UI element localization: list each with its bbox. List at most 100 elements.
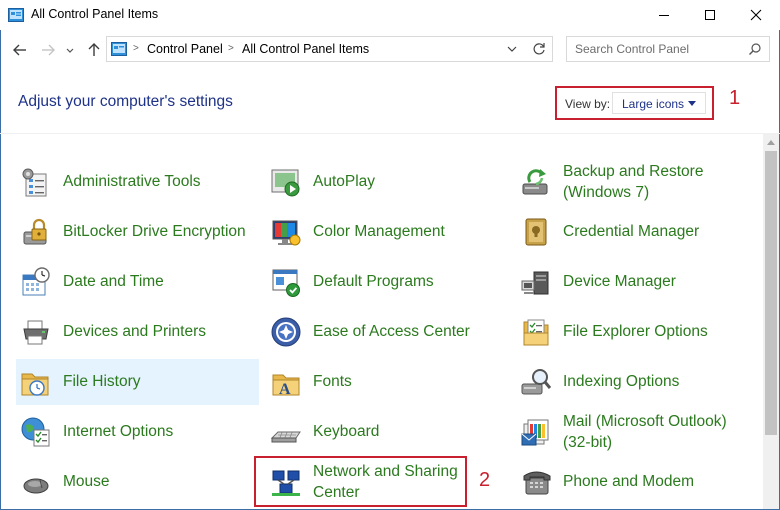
annotation-box-network xyxy=(254,456,467,507)
item-keyboard[interactable]: Keyboard xyxy=(266,409,506,455)
chevron-down-icon xyxy=(66,48,74,53)
printer-icon xyxy=(23,320,49,345)
mouse-icon xyxy=(23,478,49,494)
minimize-button[interactable] xyxy=(641,0,687,30)
bitlocker-icon xyxy=(23,218,47,245)
folder-options-icon xyxy=(523,319,549,346)
forward-arrow-icon xyxy=(42,44,55,56)
item-default-programs[interactable]: Default Programs xyxy=(266,259,506,305)
vertical-scrollbar[interactable] xyxy=(763,134,779,509)
refresh-button[interactable] xyxy=(525,36,553,62)
item-label: Fonts xyxy=(313,373,352,390)
breadcrumb-separator-icon: > xyxy=(133,43,139,54)
item-administrative-tools[interactable]: Administrative Tools xyxy=(16,159,259,205)
close-button[interactable] xyxy=(733,0,779,30)
keyboard-icon xyxy=(270,431,301,443)
item-internet-options[interactable]: Internet Options xyxy=(16,409,259,455)
back-button[interactable] xyxy=(10,40,30,60)
autoplay-icon xyxy=(271,169,300,197)
item-label: File Explorer Options xyxy=(563,323,708,340)
header-divider xyxy=(0,133,780,134)
item-label: Keyboard xyxy=(313,423,380,440)
annotation-number-1: 1 xyxy=(729,87,741,109)
item-label-line-1: Mail (Microsoft Outlook) xyxy=(563,413,727,430)
chevron-down-icon xyxy=(507,46,517,52)
administrative-tools-icon xyxy=(22,168,47,197)
item-fonts[interactable]: A Fonts xyxy=(266,359,506,405)
item-mouse[interactable]: Mouse xyxy=(16,459,259,505)
control-panel-icon xyxy=(111,42,127,56)
view-by-value: Large icons xyxy=(622,97,685,111)
view-by-dropdown[interactable]: Large icons xyxy=(612,92,706,114)
maximize-button[interactable] xyxy=(687,0,733,30)
item-label: Default Programs xyxy=(313,273,434,290)
item-file-history[interactable]: File History xyxy=(16,359,259,405)
up-button[interactable] xyxy=(84,40,104,60)
item-label-line-1: Backup and Restore xyxy=(563,163,704,180)
search-box[interactable] xyxy=(566,36,770,62)
item-label: Credential Manager xyxy=(563,223,700,240)
item-label: Device Manager xyxy=(563,273,676,290)
item-label: Administrative Tools xyxy=(63,173,201,190)
item-bitlocker-drive-encryption[interactable]: BitLocker Drive Encryption xyxy=(16,209,259,255)
item-label: Color Management xyxy=(313,223,445,240)
default-programs-icon xyxy=(272,269,300,297)
item-label: Backup and Restore (Windows 7) xyxy=(563,161,703,203)
item-devices-and-printers[interactable]: Devices and Printers xyxy=(16,309,259,355)
dropdown-arrow-icon xyxy=(688,101,696,106)
fonts-icon: A xyxy=(272,374,300,398)
item-indexing-options[interactable]: Indexing Options xyxy=(516,359,756,405)
backup-restore-icon xyxy=(522,169,548,195)
item-ease-of-access-center[interactable]: Ease of Access Center xyxy=(266,309,506,355)
internet-options-icon xyxy=(21,417,50,447)
item-backup-and-restore[interactable]: Backup and Restore (Windows 7) xyxy=(516,159,756,205)
close-icon xyxy=(750,9,762,21)
item-phone-and-modem[interactable]: Phone and Modem xyxy=(516,459,756,505)
item-device-manager[interactable]: Device Manager xyxy=(516,259,756,305)
back-arrow-icon xyxy=(13,44,26,56)
item-label: Mouse xyxy=(63,473,110,490)
scrollbar-thumb[interactable] xyxy=(765,151,777,435)
ease-of-access-icon xyxy=(271,317,301,347)
recent-locations-button[interactable] xyxy=(63,40,77,60)
breadcrumb-control-panel[interactable]: Control Panel xyxy=(147,42,223,56)
item-label: AutoPlay xyxy=(313,173,376,190)
item-label: BitLocker Drive Encryption xyxy=(63,223,246,240)
color-management-icon xyxy=(272,220,301,246)
item-label: Internet Options xyxy=(63,423,174,440)
annotation-number-2: 2 xyxy=(479,469,491,491)
item-label: File History xyxy=(63,373,141,390)
file-history-icon xyxy=(21,373,49,396)
item-label: Date and Time xyxy=(63,273,164,290)
title-bar[interactable]: All Control Panel Items xyxy=(0,0,780,30)
page-title: Adjust your computer's settings xyxy=(18,93,233,110)
mail-icon xyxy=(521,419,549,446)
item-label: Ease of Access Center xyxy=(313,323,470,340)
forward-button[interactable] xyxy=(38,40,58,60)
item-credential-manager[interactable]: Credential Manager xyxy=(516,209,756,255)
credential-manager-icon xyxy=(525,218,547,246)
scroll-up-arrow-icon[interactable] xyxy=(767,140,775,145)
item-file-explorer-options[interactable]: File Explorer Options xyxy=(516,309,756,355)
up-arrow-icon xyxy=(88,43,100,56)
item-autoplay[interactable]: AutoPlay xyxy=(266,159,506,205)
view-by-label: View by: xyxy=(565,97,611,111)
breadcrumb-all-items[interactable]: All Control Panel Items xyxy=(242,42,369,56)
phone-modem-icon xyxy=(523,471,551,495)
maximize-icon xyxy=(705,10,715,20)
item-label: Indexing Options xyxy=(563,373,680,390)
item-label: Devices and Printers xyxy=(63,323,207,340)
search-icon[interactable] xyxy=(748,42,762,56)
window-title: All Control Panel Items xyxy=(31,7,159,21)
item-label-line-2: (Windows 7) xyxy=(563,184,650,201)
breadcrumb-separator-icon: > xyxy=(228,43,234,54)
address-history-dropdown[interactable] xyxy=(501,36,523,62)
search-input[interactable] xyxy=(575,41,735,57)
control-panel-app-icon xyxy=(8,8,24,22)
address-bar[interactable]: > Control Panel > All Control Panel Item… xyxy=(106,36,553,62)
device-manager-icon xyxy=(521,271,549,295)
item-mail[interactable]: Mail (Microsoft Outlook) (32-bit) xyxy=(516,409,756,455)
item-date-and-time[interactable]: Date and Time xyxy=(16,259,259,305)
svg-text:A: A xyxy=(279,381,291,398)
item-color-management[interactable]: Color Management xyxy=(266,209,506,255)
